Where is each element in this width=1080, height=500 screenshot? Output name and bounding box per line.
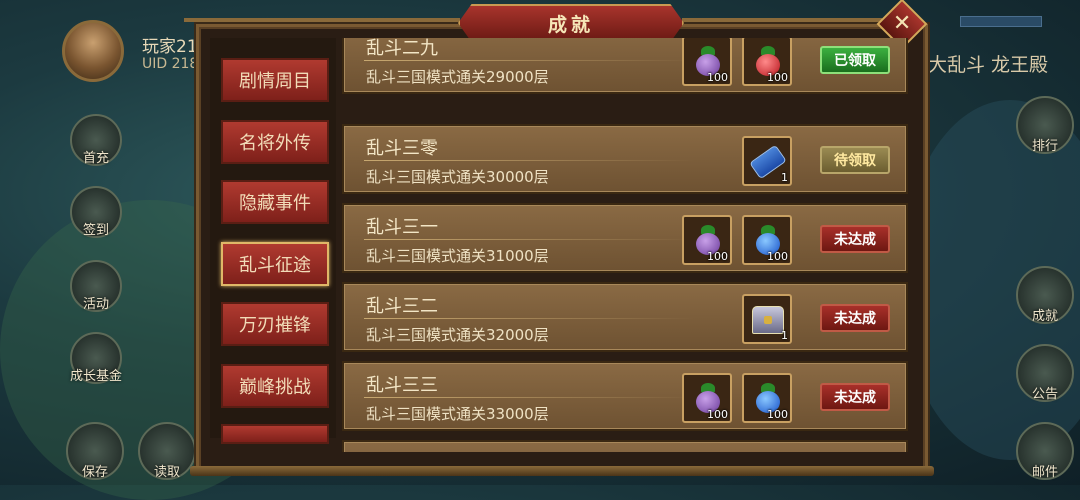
- title-ornament-right: [682, 18, 882, 22]
- event-button[interactable]: 活动: [70, 260, 122, 312]
- checkin-icon-label: 签到: [82, 223, 109, 238]
- category-tab-generals[interactable]: 名将外传: [221, 120, 329, 164]
- reward-item-blue-scroll[interactable]: 1: [742, 136, 792, 186]
- mail-button[interactable]: 邮件: [1016, 422, 1074, 480]
- category-label: 万刃摧锋: [239, 315, 311, 336]
- achievement-row: 乱斗三二 乱斗三国模式通关32000层 1 未达成: [342, 282, 908, 352]
- reward-qty: 1: [781, 329, 788, 342]
- gift-icon-label: 首充: [82, 151, 109, 166]
- reward-qty: 1: [781, 171, 788, 184]
- category-tab-story[interactable]: 剧情周目: [221, 58, 329, 102]
- close-icon: ✕: [892, 11, 912, 36]
- top-progress-bar: [960, 16, 1042, 27]
- reward-qty: 100: [707, 71, 728, 84]
- status-badge-claimed: 已领取: [820, 46, 890, 74]
- reward-qty: 100: [707, 250, 728, 263]
- achievement-icon-label: 成就: [1031, 309, 1058, 324]
- achievement-row: 乱斗三零 乱斗三国模式通关30000层 1 待领取: [342, 124, 908, 194]
- row-divider: [364, 160, 694, 161]
- row-divider: [364, 397, 694, 398]
- achievement-title: 乱斗二九: [366, 38, 438, 59]
- category-label: 巅峰挑战: [239, 377, 311, 398]
- category-label: 乱斗征途: [239, 255, 311, 276]
- location-text: 大乱斗 龙王殿: [928, 54, 1049, 76]
- category-tab-peak-challenge[interactable]: 巅峰挑战: [221, 364, 329, 408]
- ranking-button[interactable]: 排行: [1016, 96, 1074, 154]
- claim-button[interactable]: 待领取: [820, 146, 890, 174]
- notice-icon-label: 公告: [1031, 387, 1058, 402]
- reward-item-blue-fruit[interactable]: 100: [742, 215, 792, 265]
- category-tab-blades[interactable]: 万刃摧锋: [221, 302, 329, 346]
- category-tab-hidden-events[interactable]: 隐藏事件: [221, 180, 329, 224]
- achievement-row-partial: [342, 440, 908, 452]
- player-panel[interactable]: 玩家218 UID 2185: [62, 20, 212, 82]
- notice-button[interactable]: 公告: [1016, 344, 1074, 402]
- event-icon-label: 活动: [82, 297, 109, 312]
- reward-item-blue-fruit[interactable]: 100: [742, 373, 792, 423]
- category-label: 剧情周目: [239, 71, 311, 92]
- ranking-icon-label: 排行: [1031, 139, 1058, 154]
- status-badge-incomplete: 未达成: [820, 225, 890, 253]
- achievement-title: 乱斗三一: [366, 217, 438, 238]
- achievement-button[interactable]: 成就: [1016, 266, 1074, 324]
- reward-qty: 100: [707, 408, 728, 421]
- achievement-title: 乱斗三零: [366, 138, 438, 159]
- load-icon-label: 读取: [153, 465, 180, 480]
- reward-item-purple-fruit[interactable]: 100: [682, 215, 732, 265]
- reward-qty: 100: [767, 250, 788, 263]
- achievement-desc: 乱斗三国模式通关29000层: [366, 68, 549, 86]
- achievement-row: 乱斗三一 乱斗三国模式通关31000层 100 100 未达成: [342, 203, 908, 273]
- row-divider: [364, 239, 694, 240]
- save-button[interactable]: 保存: [66, 422, 124, 480]
- chest-icon: [752, 306, 784, 334]
- achievement-row: 乱斗二九 乱斗三国模式通关29000层 100 100 已领取: [342, 38, 908, 94]
- reward-item-red-fruit[interactable]: 100: [742, 38, 792, 86]
- growth-fund-button[interactable]: 成长基金: [70, 332, 122, 384]
- window-title: 成就: [547, 13, 594, 36]
- window-title-banner: 成就: [458, 4, 684, 42]
- achievement-desc: 乱斗三国模式通关33000层: [366, 405, 549, 423]
- load-button[interactable]: 读取: [138, 422, 196, 480]
- achievement-row: 乱斗三三 乱斗三国模式通关33000层 100 100 未达成: [342, 361, 908, 431]
- player-avatar[interactable]: [62, 20, 124, 82]
- achievement-title: 乱斗三二: [366, 296, 438, 317]
- reward-item-purple-fruit[interactable]: 100: [682, 373, 732, 423]
- reward-item-purple-fruit[interactable]: 100: [682, 38, 732, 86]
- category-label: 隐藏事件: [239, 193, 311, 214]
- achievement-desc: 乱斗三国模式通关32000层: [366, 326, 549, 344]
- first-recharge-button[interactable]: 首充: [70, 114, 122, 166]
- fund-icon-label: 成长基金: [70, 369, 123, 384]
- window-bottom-trim: [190, 466, 934, 476]
- reward-qty: 100: [767, 71, 788, 84]
- achievement-title: 乱斗三三: [366, 375, 438, 396]
- category-sidebar: 剧情周目 名将外传 隐藏事件 乱斗征途 万刃摧锋 巅峰挑战: [210, 38, 336, 444]
- category-tab-more[interactable]: [221, 424, 329, 444]
- mail-icon-label: 邮件: [1031, 465, 1058, 480]
- save-icon-label: 保存: [81, 465, 108, 480]
- status-badge-incomplete: 未达成: [820, 383, 890, 411]
- title-ornament-left: [184, 18, 460, 22]
- status-badge-incomplete: 未达成: [820, 304, 890, 332]
- achievement-list[interactable]: 乱斗二九 乱斗三国模式通关29000层 100 100 已领取 乱斗三零 乱斗三…: [338, 38, 912, 452]
- category-label: 名将外传: [239, 133, 311, 154]
- reward-qty: 100: [767, 408, 788, 421]
- row-divider: [364, 60, 694, 61]
- achievement-desc: 乱斗三国模式通关30000层: [366, 168, 549, 186]
- achievement-desc: 乱斗三国模式通关31000层: [366, 247, 549, 265]
- reward-item-treasure-chest[interactable]: 1: [742, 294, 792, 344]
- category-tab-brawl-journey[interactable]: 乱斗征途: [221, 242, 329, 286]
- checkin-button[interactable]: 签到: [70, 186, 122, 238]
- row-divider: [364, 318, 694, 319]
